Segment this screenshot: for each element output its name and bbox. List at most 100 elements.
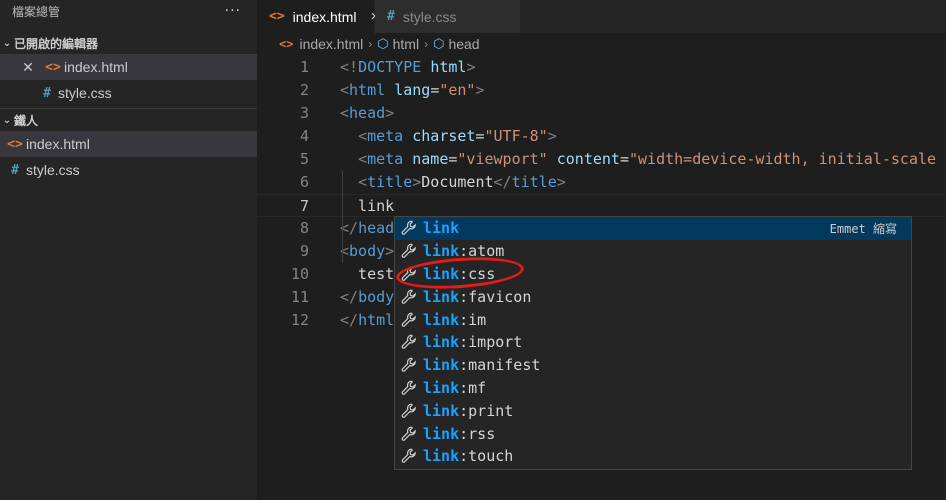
breadcrumb-item-file[interactable]: index.html [299, 36, 363, 52]
suggest-item-rest: :mf [459, 378, 487, 397]
wrench-icon [397, 357, 421, 373]
html-file-icon: <> [279, 37, 294, 51]
symbol-cube-icon: ⬡ [433, 36, 445, 51]
css-file-icon: # [387, 9, 395, 24]
wrench-icon [397, 426, 421, 442]
symbol-cube-icon: ⬡ [377, 36, 389, 51]
suggest-item-label: link:mf [423, 379, 486, 397]
line-number: 5 [299, 150, 309, 168]
tab-label: index.html [292, 8, 357, 25]
suggest-item-rest: :manifest [459, 356, 541, 375]
code-text: <html lang="en"> [340, 81, 485, 99]
line-number: 7 [299, 197, 309, 215]
code-text: <meta name="viewport" content="width=dev… [358, 150, 937, 168]
code-text: <body> [340, 242, 395, 260]
code-text: test [340, 265, 395, 283]
file-item-index-html[interactable]: <> index.html [0, 131, 257, 157]
vscode-window: 檔案總管 ··· ⌄ 已開啟的編輯器 ✕ <> index.html # sty… [0, 0, 946, 500]
suggest-widget[interactable]: link Emmet 縮寫 link:atom link:css link:favico… [394, 216, 912, 470]
line-number: 3 [299, 104, 309, 122]
suggest-item-match: link [423, 287, 460, 306]
html-file-icon: <> [45, 59, 61, 75]
suggest-item-rest: :im [459, 310, 487, 329]
code-line: 2 <html lang="en"> [257, 79, 946, 102]
code-text: <title>Document</title> [358, 173, 566, 191]
html-file-icon: <> [7, 136, 23, 152]
open-editor-label: style.css [58, 85, 112, 101]
explorer-header: 檔案總管 ··· [0, 0, 257, 22]
suggest-item[interactable]: link:manifest [395, 354, 911, 377]
suggest-item-label: link:im [423, 311, 486, 329]
suggest-item-label: link [423, 219, 459, 237]
folder-label: 鐵人 [14, 113, 39, 128]
css-file-icon: # [11, 162, 19, 178]
line-number: 9 [299, 242, 309, 260]
line-number: 4 [299, 127, 309, 145]
file-label: style.css [26, 162, 80, 178]
wrench-icon [397, 380, 421, 396]
suggest-item-match: link [423, 310, 460, 329]
line-number: 1 [299, 58, 309, 76]
open-editors-section[interactable]: ⌄ 已開啟的編輯器 [0, 32, 257, 54]
wrench-icon [397, 312, 421, 328]
suggest-item-match: link [423, 333, 460, 352]
open-editor-item-index-html[interactable]: ✕ <> index.html [0, 54, 257, 80]
wrench-icon [397, 289, 421, 305]
explorer-title: 檔案總管 [12, 4, 61, 19]
suggest-item-rest: :favicon [459, 287, 532, 306]
explorer-sidebar: 檔案總管 ··· ⌄ 已開啟的編輯器 ✕ <> index.html # sty… [0, 0, 257, 500]
suggest-item[interactable]: link:mf [395, 377, 911, 400]
code-line: 6 <title>Document</title> [257, 171, 946, 194]
suggest-item-rest: :import [459, 333, 523, 352]
tab-index-html[interactable]: <> index.html × [257, 0, 379, 33]
suggest-item-label: link:touch [423, 447, 513, 465]
suggest-item-rest: :print [459, 401, 514, 420]
close-icon[interactable]: ✕ [20, 59, 36, 76]
tab-style-css[interactable]: # style.css [375, 0, 521, 33]
html-file-icon: <> [269, 9, 285, 24]
wrench-icon [397, 448, 421, 464]
suggest-item[interactable]: link:import [395, 331, 911, 354]
code-text: <head> [340, 104, 395, 122]
line-number: 12 [290, 311, 309, 329]
ellipsis-icon[interactable]: ··· [225, 3, 241, 19]
chevron-down-icon: ⌄ [2, 37, 12, 49]
css-file-icon: # [43, 85, 51, 101]
wrench-icon [397, 220, 421, 236]
code-text: link [340, 197, 395, 215]
suggest-item-rest: :rss [459, 424, 496, 443]
suggest-item[interactable]: link:im [395, 308, 911, 331]
code-line: 4 <meta charset="UTF-8"> [257, 125, 946, 148]
suggest-item[interactable]: link:favicon [395, 285, 911, 308]
suggest-item-match: link [423, 424, 460, 443]
suggest-item-rest: :touch [459, 447, 514, 466]
indent-guide [342, 171, 343, 263]
wrench-icon [397, 243, 421, 259]
folder-section[interactable]: ⌄ 鐵人 [0, 108, 257, 131]
line-number: 2 [299, 81, 309, 99]
code-text: <meta charset="UTF-8"> [358, 127, 557, 145]
chevron-right-icon: › [424, 37, 429, 51]
open-editor-item-style-css[interactable]: # style.css [0, 80, 257, 106]
open-editor-label: index.html [64, 59, 128, 75]
line-number: 10 [290, 265, 309, 283]
breadcrumb: <> index.html › ⬡ html › ⬡ head [257, 33, 946, 55]
breadcrumb-item-html[interactable]: html [393, 36, 419, 52]
suggest-item[interactable]: link:rss [395, 422, 911, 445]
chevron-right-icon: › [368, 37, 373, 51]
tab-label: style.css [402, 8, 457, 25]
suggest-detail: Emmet 縮寫 [829, 221, 897, 236]
tab-bar: <> index.html × # style.css [257, 0, 946, 33]
suggest-item[interactable]: link Emmet 縮寫 [395, 217, 911, 240]
file-item-style-css[interactable]: # style.css [0, 157, 257, 183]
breadcrumb-item-head[interactable]: head [448, 36, 479, 52]
code-line: 1 <!DOCTYPE html> [257, 56, 946, 79]
line-number: 8 [299, 219, 309, 237]
code-line-current: 7 link [257, 194, 946, 217]
line-number: 11 [290, 288, 309, 306]
suggest-item[interactable]: link:print [395, 399, 911, 422]
wrench-icon [397, 403, 421, 419]
suggest-item[interactable]: link:touch [395, 445, 911, 468]
line-number: 6 [299, 173, 309, 191]
suggest-item-label: link:print [423, 402, 513, 420]
